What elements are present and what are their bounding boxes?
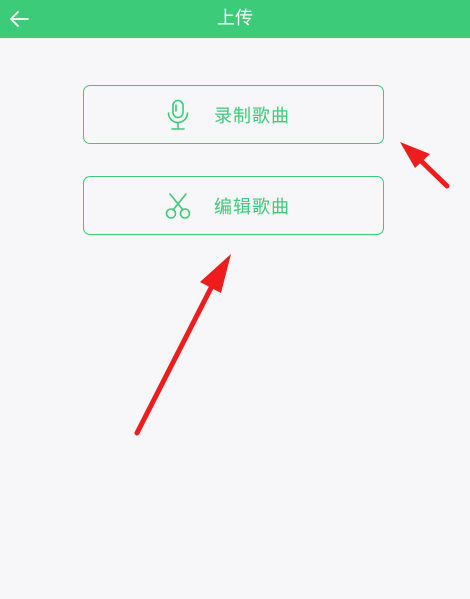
arrow-annotation-bottom [134, 254, 231, 436]
page-title: 上传 [217, 8, 253, 29]
record-song-label: 录制歌曲 [214, 105, 290, 127]
scissors-icon [164, 190, 192, 222]
arrow-annotation-top-right [400, 142, 450, 189]
back-button[interactable] [0, 0, 38, 38]
edit-song-button[interactable]: 编辑歌曲 [83, 176, 384, 235]
edit-song-label: 编辑歌曲 [214, 196, 290, 218]
top-bar: 上传 [0, 0, 470, 38]
record-song-button[interactable]: 录制歌曲 [83, 85, 384, 144]
arrow-left-icon [10, 11, 29, 27]
microphone-icon [164, 99, 192, 131]
